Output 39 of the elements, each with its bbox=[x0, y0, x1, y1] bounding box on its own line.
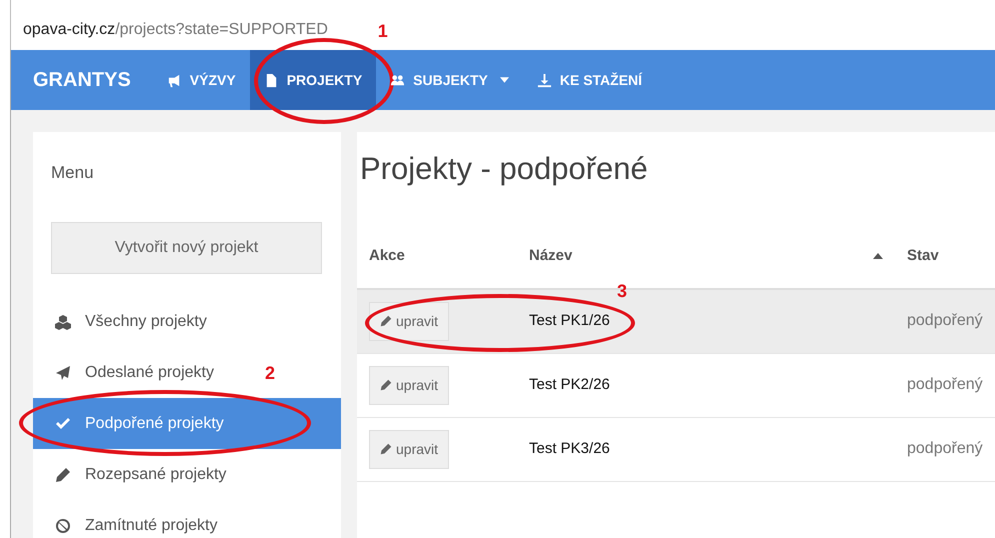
check-icon bbox=[55, 416, 71, 432]
megaphone-icon bbox=[166, 72, 182, 88]
project-name: Test PK2/26 bbox=[529, 376, 610, 393]
edit-button[interactable]: upravit bbox=[369, 430, 450, 468]
annotation-number: 3 bbox=[617, 280, 628, 303]
annotation-number: 2 bbox=[265, 362, 276, 385]
project-state: podpořený bbox=[907, 440, 983, 457]
nav-tab[interactable]: PROJEKTY bbox=[250, 50, 376, 110]
pencil-icon bbox=[380, 443, 392, 455]
nav-tab[interactable]: SUBJEKTY bbox=[376, 50, 523, 110]
edit-button[interactable]: upravit bbox=[369, 302, 450, 341]
page-title: Projekty - podpořené bbox=[359, 150, 649, 188]
pencil-icon bbox=[380, 315, 392, 328]
menu-heading: Menu bbox=[50, 162, 95, 184]
download-icon bbox=[536, 72, 552, 88]
project-state: podpořený bbox=[907, 376, 983, 393]
edit-button[interactable]: upravit bbox=[369, 366, 450, 404]
project-name: Test PK1/26 bbox=[529, 312, 610, 330]
caret-icon bbox=[500, 77, 509, 83]
annotation-number: 1 bbox=[378, 20, 388, 43]
nav-tab[interactable]: KE STAŽENÍ bbox=[522, 50, 656, 110]
create-project-button[interactable]: Vytvořit nový projekt bbox=[51, 222, 322, 274]
sort-ascending-icon[interactable] bbox=[873, 253, 883, 259]
sidebar-item[interactable]: Zamítnuté projekty bbox=[33, 500, 341, 538]
paper-plane-icon bbox=[55, 364, 71, 380]
sidebar-item[interactable]: Rozepsané projekty bbox=[33, 449, 341, 500]
sidebar-item[interactable]: Všechny projekty bbox=[33, 296, 341, 347]
project-state: podpořený bbox=[907, 312, 983, 330]
pencil-icon bbox=[55, 466, 71, 482]
pencil-icon bbox=[380, 379, 392, 391]
url-text[interactable]: opava-city.cz/projects?state=SUPPORTED bbox=[23, 18, 328, 42]
people-icon bbox=[390, 72, 406, 88]
brand-logo[interactable]: GRANTYS bbox=[33, 65, 131, 95]
ban-icon bbox=[55, 518, 71, 534]
cubes-icon bbox=[55, 314, 71, 330]
project-name: Test PK3/26 bbox=[529, 440, 610, 457]
sidebar-item[interactable]: Podpořené projekty bbox=[33, 398, 341, 449]
column-header[interactable]: Název bbox=[529, 244, 572, 268]
nav-tab[interactable]: VÝZVY bbox=[152, 50, 250, 110]
